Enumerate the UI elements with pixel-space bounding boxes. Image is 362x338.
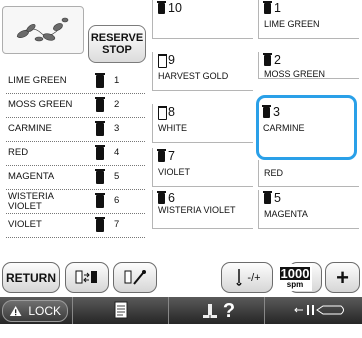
thread-number: 5 [274, 191, 281, 205]
thread-cell[interactable]: 5 MAGENTA [258, 190, 359, 229]
thread-cell[interactable]: 2 MOSS GREEN [258, 52, 359, 79]
order-color-name: VIOLET [8, 219, 42, 230]
reserve-stop-line1: RESERVE [90, 32, 144, 44]
thread-number: 8 [168, 105, 175, 119]
thread-number: 6 [168, 191, 175, 205]
thread-number: 1 [274, 1, 281, 15]
thread-cell[interactable]: RED [258, 160, 359, 187]
spool-icon [95, 145, 105, 160]
order-row: VIOLET 7 [2, 214, 149, 238]
thread-cell[interactable]: 1 LIME GREEN [258, 0, 359, 39]
sewing-machine-icon [202, 304, 217, 318]
order-row: WISTERIA VIOLET 6 [2, 190, 149, 214]
thread-order-button[interactable] [65, 262, 109, 293]
spool-icon [95, 73, 105, 88]
thread-name: WHITE [158, 123, 187, 133]
spool-icon [263, 1, 272, 14]
embroidery-preview [2, 6, 84, 54]
thread-order-icon [75, 270, 97, 283]
thread-cell[interactable]: 7 VIOLET [152, 148, 253, 187]
document-button[interactable] [96, 300, 146, 322]
order-number: 4 [114, 147, 120, 158]
reserve-stop-button[interactable]: RESERVE STOP [88, 25, 146, 63]
presser-foot-icon [294, 304, 344, 315]
needle-position-button[interactable]: -/+ [221, 262, 273, 293]
thread-number: 7 [168, 149, 175, 163]
thread-cell[interactable]: 6 WISTERIA VIOLET [152, 190, 253, 229]
order-number: 5 [114, 171, 120, 182]
spool-icon [157, 191, 166, 204]
speed-plus-button[interactable]: + [325, 262, 360, 293]
needle-icon [236, 268, 243, 286]
thread-name: RED [264, 168, 284, 178]
order-number: 7 [114, 219, 120, 230]
thread-cell[interactable]: 8 WHITE [152, 104, 253, 143]
order-color-name: CARMINE [8, 123, 52, 134]
spool-icon [95, 121, 105, 136]
lock-label: LOCK [28, 304, 61, 318]
order-color-name: MOSS GREEN [8, 99, 73, 110]
spool-icon [95, 97, 105, 112]
spool-icon [158, 54, 167, 68]
thread-name: WISTERIA VIOLET [158, 205, 236, 215]
spool-icon [95, 193, 105, 208]
thread-cell[interactable]: 10 [152, 0, 253, 39]
selection-highlight [256, 95, 357, 160]
thread-name: LIME GREEN [264, 19, 320, 29]
thread-cell[interactable]: 9 HARVEST GOLD [152, 52, 253, 91]
spool-wand-icon [124, 269, 146, 285]
order-row: RED 4 [2, 142, 149, 166]
spool-icon [263, 191, 272, 204]
speed-unit: spm [286, 279, 304, 289]
lock-button[interactable]: LOCK [2, 300, 68, 322]
reserve-stop-line2: STOP [102, 44, 132, 56]
order-color-name: MAGENTA [8, 171, 55, 182]
presser-foot-button[interactable] [284, 300, 358, 322]
thread-number: 9 [168, 53, 175, 67]
order-color-name: RED [8, 147, 29, 158]
order-number: 6 [114, 195, 120, 206]
help-label: ? [222, 300, 236, 322]
spool-icon [157, 1, 166, 14]
spool-icon [95, 217, 105, 232]
thread-name: MOSS GREEN [264, 69, 326, 79]
spool-icon [157, 149, 166, 162]
spool-icon [158, 106, 167, 120]
order-number: 2 [114, 99, 120, 110]
thread-name: VIOLET [158, 167, 191, 177]
order-row: CARMINE 3 [2, 118, 149, 142]
order-row: LIME GREEN 1 [2, 70, 149, 94]
speed-value: 1000 [279, 265, 311, 281]
document-icon [114, 301, 128, 319]
order-row: MAGENTA 5 [2, 166, 149, 190]
divider [264, 297, 265, 324]
spool-icon [95, 169, 105, 184]
plus-minus-label: -/+ [247, 271, 261, 284]
divider [72, 297, 73, 324]
thread-name: MAGENTA [264, 209, 308, 219]
thread-number: 2 [274, 53, 281, 67]
screen: RESERVE STOP LIME GREEN 1 MOSS GREEN 2 C… [0, 0, 362, 324]
order-color-name: WISTERIA VIOLET [8, 191, 54, 212]
return-button[interactable]: RETURN [2, 262, 60, 293]
warning-icon [9, 306, 22, 316]
divider [6, 237, 145, 238]
color-edit-button[interactable] [113, 262, 157, 293]
help-button[interactable]: ? [188, 299, 248, 323]
divider [168, 297, 169, 324]
order-color-name: LIME GREEN [8, 75, 67, 86]
thread-number: 10 [168, 1, 182, 15]
order-number: 3 [114, 123, 120, 134]
spool-icon [263, 53, 272, 66]
thread-name: HARVEST GOLD [158, 71, 229, 81]
speed-display: 1000 spm [278, 264, 312, 291]
order-row: MOSS GREEN 2 [2, 94, 149, 118]
order-number: 1 [114, 75, 120, 86]
